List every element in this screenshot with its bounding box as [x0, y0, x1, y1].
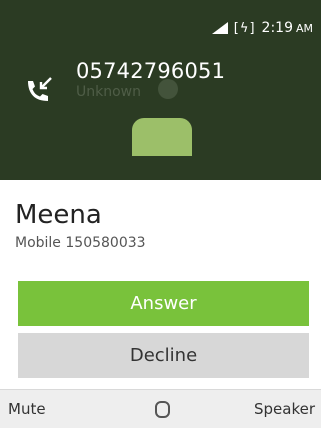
time-ampm: AM: [295, 22, 313, 35]
softkey-bar: Mute Speaker: [0, 389, 321, 428]
status-bar: [ϟ] 2:19 AM: [211, 20, 313, 36]
decline-button[interactable]: Decline: [18, 333, 309, 378]
incoming-call-icon: [28, 77, 52, 101]
caller-label: Unknown: [76, 84, 141, 100]
contact-detail: Mobile 150580033: [15, 235, 146, 251]
contact-name: Meena: [15, 200, 102, 230]
ring-indicator: [158, 79, 178, 99]
answer-button[interactable]: Answer: [18, 281, 309, 326]
speaker-softkey[interactable]: Speaker: [254, 400, 315, 418]
mute-softkey[interactable]: Mute: [8, 400, 46, 418]
time-value: 2:19: [261, 20, 293, 36]
center-select-icon[interactable]: [155, 401, 170, 418]
contact-avatar-icon: [132, 118, 192, 156]
status-time: 2:19 AM: [262, 20, 313, 36]
signal-icon: [211, 22, 228, 34]
caller-number: 05742796051: [76, 59, 226, 83]
battery-charging-icon: [ϟ]: [233, 20, 256, 36]
incoming-call-header: [ϟ] 2:19 AM 05742796051 Unknown: [0, 0, 321, 180]
